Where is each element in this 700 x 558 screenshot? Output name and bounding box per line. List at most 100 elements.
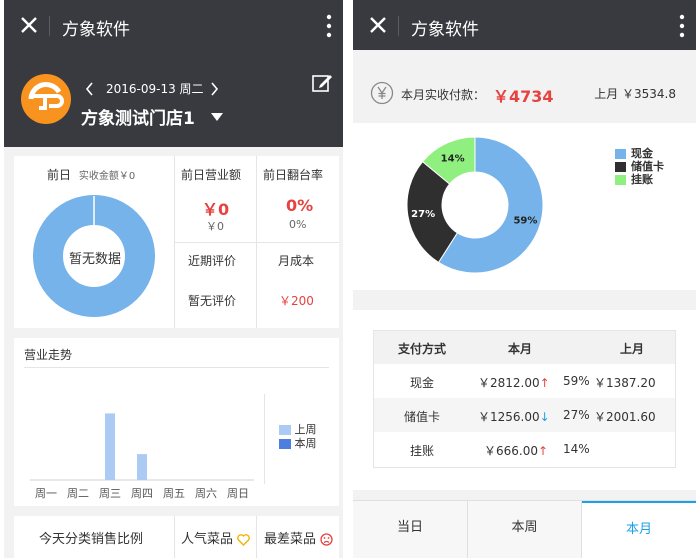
legend-swatch	[615, 149, 626, 159]
table-row: 现金 ￥2812.00↑ 59% ￥1387.20	[374, 364, 675, 398]
donut-empty-text: 暂无数据	[69, 252, 122, 267]
revenue-label: 前日营业额	[181, 168, 242, 182]
store-dropdown-icon[interactable]	[211, 113, 223, 121]
tab-this-month[interactable]: 本月	[582, 501, 696, 558]
row-method: 储值卡	[404, 410, 441, 424]
legend-this-week: 本周	[279, 435, 317, 451]
close-icon[interactable]	[16, 12, 42, 38]
row-method: 现金	[410, 376, 435, 390]
legend-label: 储值卡	[631, 160, 664, 173]
x-tick-label: 周四	[131, 487, 153, 500]
title-bar: 方象软件	[353, 0, 696, 50]
header-last-month: 上月	[620, 342, 645, 356]
store-name[interactable]: 方象测试门店1	[81, 104, 195, 129]
right-screen: 方象软件 本月实收付款： ￥4734 上月 ￥3534.8 59% 27% 14% …	[353, 0, 696, 558]
x-tick-label: 周一	[35, 487, 57, 500]
legend-label: 现金	[631, 147, 653, 160]
period-tab-bar: 当日 本周 本月	[353, 500, 696, 558]
payment-table-panel: 支付方式 本月 上月 现金 ￥2812.00↑ 59% ￥1387.20 储值卡…	[353, 310, 696, 490]
pie-label: 59%	[513, 216, 537, 227]
x-tick-label: 周五	[163, 487, 185, 500]
bar-上周-周四	[137, 454, 147, 480]
up-arrow-icon: ↑	[538, 444, 549, 458]
header-this-month: 本月	[508, 342, 533, 356]
legend-item-现金: 现金	[615, 147, 664, 160]
yen-coin-icon	[370, 81, 394, 105]
up-arrow-icon: ↑	[539, 376, 550, 390]
x-tick-label: 周二	[67, 487, 89, 500]
app-title: 方象软件	[411, 20, 479, 40]
trend-panel: 营业走势 周一 周二 周三 周四 周五 周六 周日 上周 本周	[14, 338, 339, 506]
more-menu-icon[interactable]	[325, 14, 333, 38]
cost-value: ￥200	[279, 294, 314, 308]
legend-swatch	[615, 162, 626, 172]
row-amount: ￥666.00↑	[484, 444, 549, 458]
sad-face-icon	[320, 533, 333, 546]
next-date-icon[interactable]	[209, 82, 219, 96]
row-pct: 14%	[563, 442, 590, 456]
title-divider	[49, 16, 50, 36]
legend-divider	[264, 394, 265, 484]
table-row: 挂账 ￥666.00↑ 14%	[374, 432, 675, 467]
legend-item-挂账: 挂账	[615, 173, 664, 186]
tab-this-week[interactable]: 本周	[468, 501, 581, 558]
down-arrow-icon: ↓	[539, 410, 550, 424]
row-pct: 59%	[563, 374, 590, 388]
payment-summary: 本月实收付款： ￥4734 上月 ￥3534.8	[353, 68, 696, 118]
month-received-value: ￥4734	[493, 87, 554, 106]
prev-date-icon[interactable]	[85, 82, 95, 96]
revenue-value: ￥0	[202, 200, 230, 219]
close-icon[interactable]	[365, 12, 391, 38]
left-screen: 方象软件 2016-09-13 周二 方象测试门店1 前日 实收金额￥0 暂无数…	[4, 0, 343, 558]
review-value: 暂无评价	[188, 294, 237, 308]
row-last: ￥2001.60	[594, 410, 656, 424]
turnover-label: 前日翻台率	[263, 168, 324, 182]
heart-icon	[237, 533, 250, 546]
date-label: 2016-09-13 周二	[106, 82, 204, 96]
title-bar: 方象软件	[4, 0, 343, 52]
app-title: 方象软件	[62, 20, 130, 40]
tab-today[interactable]: 当日	[353, 501, 467, 558]
month-received-label: 本月实收付款：	[401, 88, 486, 102]
worst-dishes-tab[interactable]: 最差菜品	[264, 528, 333, 547]
prev-day-title: 前日 实收金额￥0	[47, 168, 136, 182]
pie-label: 27%	[411, 209, 435, 220]
popular-dishes-tab[interactable]: 人气菜品	[181, 528, 250, 547]
store-header: 2016-09-13 周二 方象测试门店1	[4, 52, 343, 147]
grid-divider	[256, 516, 257, 558]
row-method: 挂账	[410, 444, 435, 458]
legend-swatch	[615, 175, 626, 185]
legend-swatch-last-week	[279, 425, 291, 435]
row-pct: 27%	[563, 408, 590, 422]
cost-label: 月成本	[278, 254, 315, 268]
review-label: 近期评价	[188, 254, 237, 268]
header-method: 支付方式	[398, 342, 447, 356]
revenue-sub: ￥0	[206, 220, 224, 233]
edit-icon[interactable]	[311, 72, 333, 94]
trend-title: 营业走势	[24, 348, 73, 362]
x-tick-label: 周六	[195, 487, 217, 500]
legend-swatch-this-week	[279, 439, 291, 449]
last-month-total: 上月 ￥3534.8	[594, 87, 676, 101]
legend-label: 挂账	[631, 173, 653, 186]
payment-donut-chart: 59% 27% 14%	[406, 136, 544, 274]
pie-panel: 59% 27% 14% 现金 储值卡 挂账	[353, 123, 696, 290]
pie-legend: 现金 储值卡 挂账	[615, 147, 664, 186]
bar-上周-周三	[105, 413, 115, 480]
pie-label: 14%	[441, 153, 465, 164]
grid-divider	[174, 516, 175, 558]
store-logo	[21, 74, 71, 124]
table-row: 储值卡 ￥1256.00↓ 27% ￥2001.60	[374, 398, 675, 432]
turnover-value: 0%	[286, 196, 314, 215]
row-amount: ￥2812.00↑	[478, 376, 550, 390]
metrics-panel: 前日 实收金额￥0 暂无数据 前日营业额 ￥0 ￥0 前日翻台率 0% 0% 近…	[14, 156, 339, 328]
title-divider	[398, 16, 399, 36]
row-last: ￥1387.20	[594, 376, 656, 390]
turnover-sub: 0%	[289, 218, 307, 231]
more-menu-icon[interactable]	[678, 14, 686, 38]
payment-table: 支付方式 本月 上月 现金 ￥2812.00↑ 59% ￥1387.20 储值卡…	[373, 330, 676, 468]
grid-divider	[174, 242, 339, 243]
category-ratio-title[interactable]: 今天分类销售比例	[39, 528, 143, 547]
x-tick-label: 周日	[227, 487, 249, 500]
x-tick-label: 周三	[99, 487, 121, 500]
